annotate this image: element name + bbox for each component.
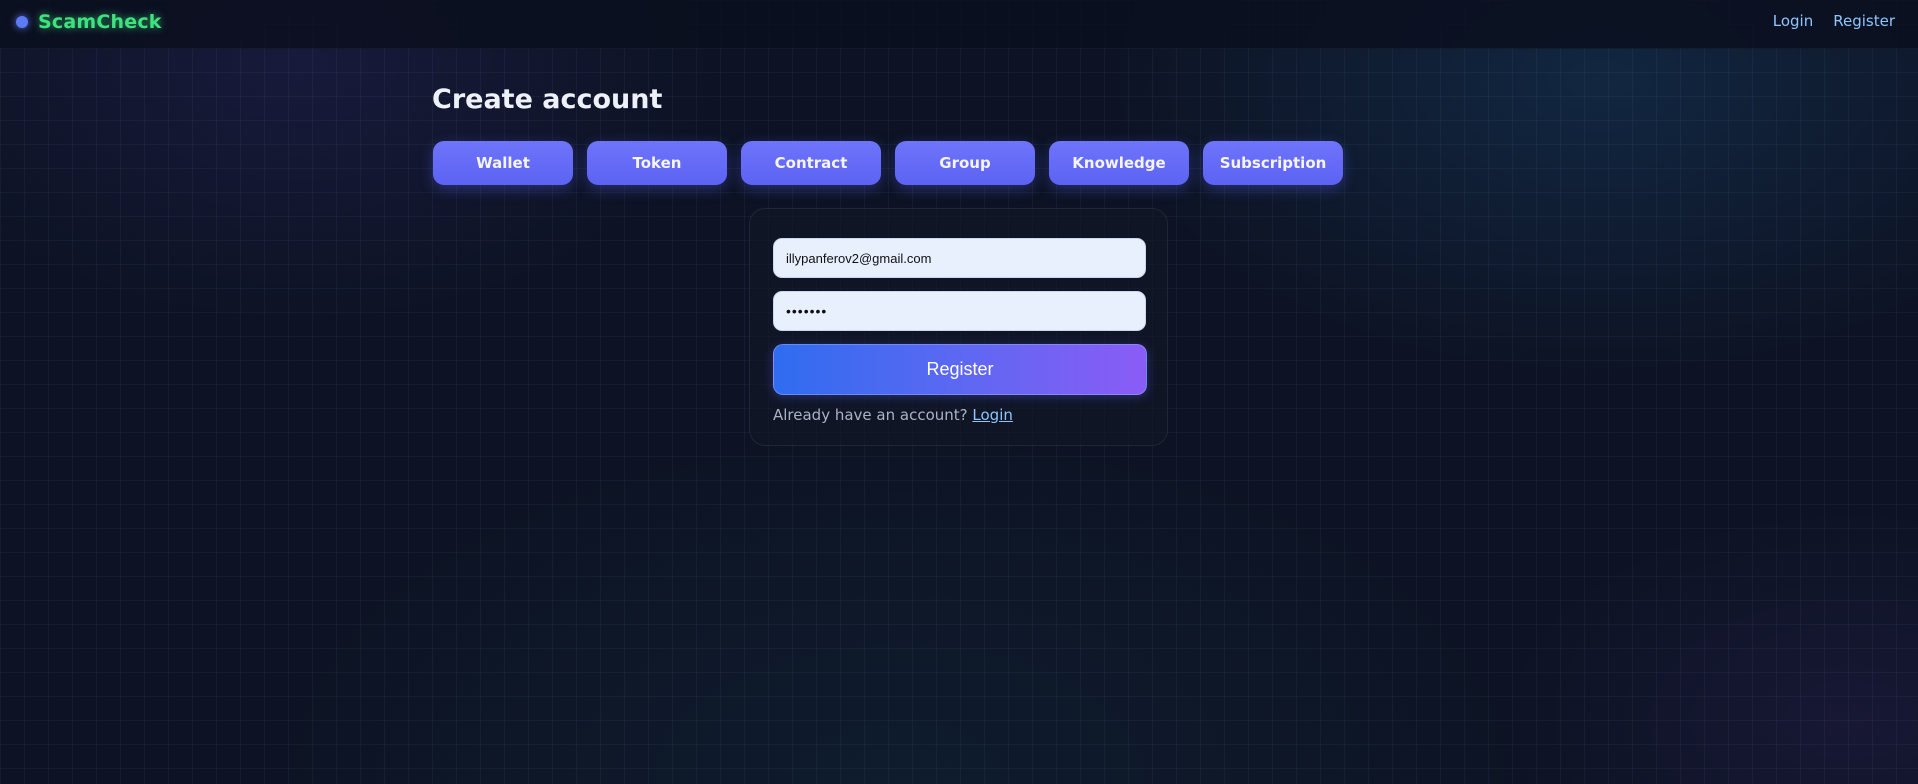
login-link[interactable]: Login [972,406,1012,424]
tab-knowledge[interactable]: Knowledge [1049,141,1189,185]
brand-name: ScamCheck [38,11,162,33]
brand-dot-icon [16,16,28,28]
register-form-card: Register Already have an account? Login [749,208,1168,446]
login-prompt: Already have an account? Login [773,406,1013,424]
tab-token[interactable]: Token [587,141,727,185]
page-title: Create account [432,84,663,115]
nav-login-link[interactable]: Login [1773,12,1813,30]
nav-register-link[interactable]: Register [1833,12,1895,30]
register-button[interactable]: Register [773,344,1147,395]
login-prompt-text: Already have an account? [773,406,968,424]
category-tabs: Wallet Token Contract Group Knowledge Su… [433,141,1343,185]
brand-logo[interactable]: ScamCheck [16,10,162,34]
top-navbar: ScamCheck Login Register [0,0,1918,49]
nav-links: Login Register [1773,12,1895,30]
email-field[interactable] [773,238,1146,278]
tab-contract[interactable]: Contract [741,141,881,185]
password-field[interactable] [773,291,1146,331]
tab-group[interactable]: Group [895,141,1035,185]
tab-wallet[interactable]: Wallet [433,141,573,185]
tab-subscription[interactable]: Subscription [1203,141,1343,185]
